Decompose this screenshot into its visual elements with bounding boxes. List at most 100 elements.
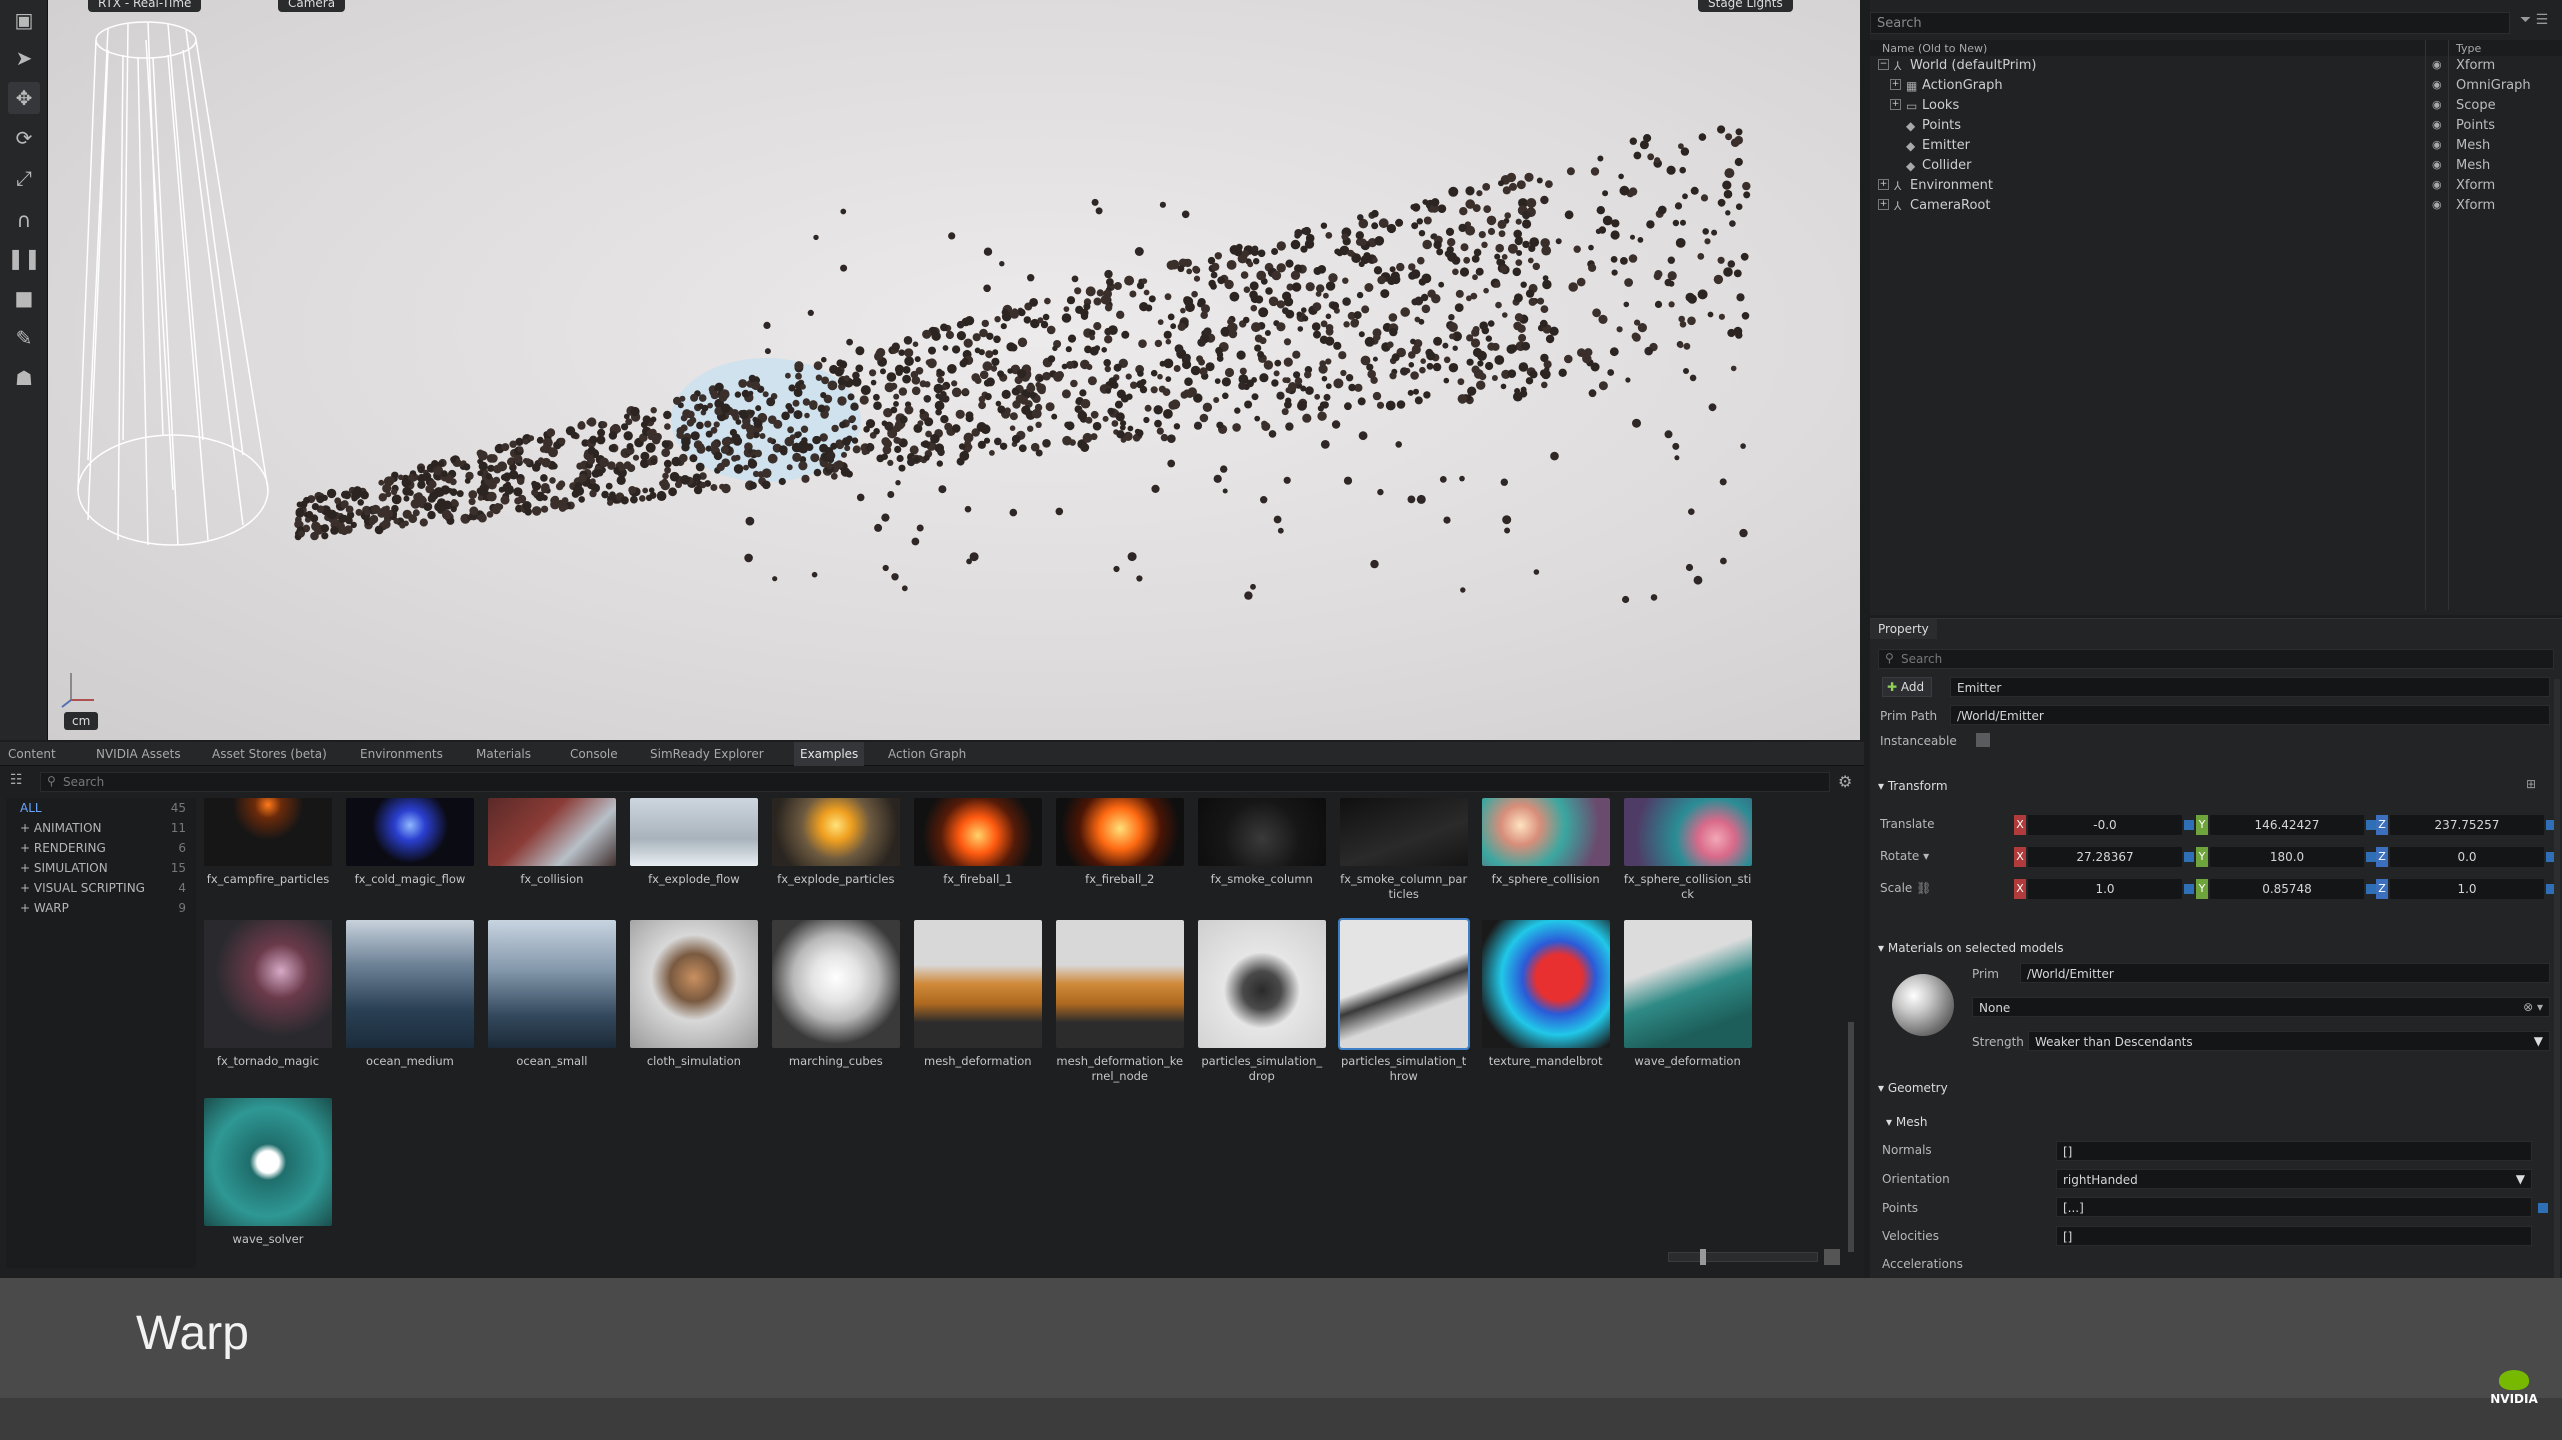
example-thumbnail[interactable]: wave_solver bbox=[204, 1098, 332, 1247]
clear-icon[interactable]: ⊗ ▾ bbox=[2523, 1000, 2543, 1014]
example-thumbnail[interactable]: particles_simulation_throw bbox=[1337, 918, 1470, 1084]
example-thumbnail[interactable]: ocean_small bbox=[487, 920, 616, 1069]
stage-search-input[interactable]: Search bbox=[1870, 12, 2510, 34]
example-thumbnail[interactable]: mesh_deformation_kernel_node bbox=[1055, 920, 1184, 1084]
example-thumbnail[interactable]: fx_cold_magic_flow bbox=[345, 798, 474, 887]
instanceable-checkbox[interactable] bbox=[1976, 733, 1990, 747]
stage-row[interactable]: ◆ Points ◉ Points bbox=[1870, 116, 2562, 136]
example-thumbnail[interactable]: fx_smoke_column_particles bbox=[1339, 798, 1468, 902]
material-select[interactable]: None ⊗ ▾ bbox=[1972, 997, 2550, 1017]
browser-scrollbar[interactable] bbox=[1848, 1022, 1854, 1252]
scale-y-field[interactable]: 0.85748 bbox=[2210, 879, 2364, 899]
tab-simready-explorer[interactable]: SimReady Explorer bbox=[650, 742, 764, 766]
visibility-eye-icon[interactable]: ◉ bbox=[2432, 98, 2442, 111]
example-thumbnail[interactable]: fx_fireball_1 bbox=[913, 798, 1042, 887]
translate-y-field[interactable]: 146.42427 bbox=[2210, 815, 2364, 835]
stage-row[interactable]: + ⅄ CameraRoot ◉ Xform bbox=[1870, 196, 2562, 216]
stage-row[interactable]: − ⅄ World (defaultPrim) ◉ Xform bbox=[1870, 56, 2562, 76]
transform-section-header[interactable]: ▾ Transform bbox=[1878, 779, 1948, 793]
orientation-select[interactable]: rightHanded ▼ bbox=[2056, 1169, 2532, 1189]
category-item[interactable]: + RENDERING 6 bbox=[6, 838, 196, 858]
expand-icon[interactable]: + bbox=[1890, 79, 1901, 90]
pause-icon[interactable]: ❚❚ bbox=[7, 242, 41, 274]
visibility-eye-icon[interactable]: ◉ bbox=[2432, 78, 2442, 91]
stage-row[interactable]: + ▭ Looks ◉ Scope bbox=[1870, 96, 2562, 116]
snap-tool-icon[interactable]: ∩ bbox=[8, 204, 40, 236]
tab-nvidia-assets[interactable]: NVIDIA Assets bbox=[96, 742, 181, 766]
rotate-z-field[interactable]: 0.0 bbox=[2390, 847, 2544, 867]
tab-asset-stores-beta[interactable]: Asset Stores (beta) bbox=[212, 742, 327, 766]
translate-z-field[interactable]: 237.75257 bbox=[2390, 815, 2544, 835]
tab-property[interactable]: Property bbox=[1870, 619, 1937, 639]
example-thumbnail[interactable]: cloth_simulation bbox=[629, 920, 758, 1069]
scale-x-field[interactable]: 1.0 bbox=[2028, 879, 2182, 899]
visibility-eye-icon[interactable]: ◉ bbox=[2432, 118, 2442, 131]
example-thumbnail[interactable]: fx_explode_flow bbox=[629, 798, 758, 887]
example-thumbnail[interactable]: marching_cubes bbox=[771, 920, 900, 1069]
stage-row[interactable]: ◆ Collider ◉ Mesh bbox=[1870, 156, 2562, 176]
rotate-x-field[interactable]: 27.28367 bbox=[2028, 847, 2182, 867]
link-icon[interactable]: ⛓ bbox=[1916, 881, 1931, 895]
tab-console[interactable]: Console bbox=[570, 742, 618, 766]
tab-content[interactable]: Content bbox=[8, 742, 56, 766]
physics-tool-icon[interactable]: ☗ bbox=[8, 362, 40, 394]
visibility-eye-icon[interactable]: ◉ bbox=[2432, 198, 2442, 211]
tab-action-graph[interactable]: Action Graph bbox=[888, 742, 966, 766]
scale-z-field[interactable]: 1.0 bbox=[2390, 879, 2544, 899]
geometry-section-header[interactable]: ▾ Geometry bbox=[1878, 1081, 1948, 1095]
category-item[interactable]: + VISUAL SCRIPTING 4 bbox=[6, 878, 196, 898]
visibility-eye-icon[interactable]: ◉ bbox=[2432, 158, 2442, 171]
translate-x-field[interactable]: -0.0 bbox=[2028, 815, 2182, 835]
example-thumbnail[interactable]: fx_sphere_collision bbox=[1481, 798, 1610, 887]
mesh-section-header[interactable]: ▾ Mesh bbox=[1886, 1115, 1927, 1129]
stage-row[interactable]: ◆ Emitter ◉ Mesh bbox=[1870, 136, 2562, 156]
collapse-icon[interactable]: − bbox=[1878, 59, 1889, 70]
stage-col-name[interactable]: Name (Old to New) bbox=[1882, 42, 1987, 55]
expand-icon[interactable]: + bbox=[1878, 199, 1889, 210]
stage-row[interactable]: + ⅄ Environment ◉ Xform bbox=[1870, 176, 2562, 196]
tab-materials[interactable]: Materials bbox=[476, 742, 531, 766]
layout-icon[interactable]: ▣ bbox=[8, 4, 40, 36]
example-thumbnail[interactable]: ocean_medium bbox=[345, 920, 474, 1069]
example-thumbnail[interactable]: mesh_deformation bbox=[913, 920, 1042, 1069]
transform-options-icon[interactable]: ⊞ bbox=[2526, 777, 2536, 791]
add-button[interactable]: ✚ Add bbox=[1882, 677, 1932, 697]
visibility-eye-icon[interactable]: ◉ bbox=[2432, 58, 2442, 71]
example-thumbnail[interactable]: fx_sphere_collision_stick bbox=[1623, 798, 1752, 902]
select-tool-icon[interactable]: ➤ bbox=[8, 42, 40, 74]
tab-environments[interactable]: Environments bbox=[360, 742, 443, 766]
rotate-label[interactable]: Rotate ▾ bbox=[1880, 849, 1929, 863]
stage-row[interactable]: + ▦ ActionGraph ◉ OmniGraph bbox=[1870, 76, 2562, 96]
example-thumbnail[interactable]: fx_tornado_magic bbox=[204, 920, 332, 1069]
browser-search-input[interactable]: ⚲ Search bbox=[40, 772, 1830, 792]
example-thumbnail[interactable]: fx_collision bbox=[487, 798, 616, 887]
points-field[interactable]: [...] bbox=[2056, 1197, 2532, 1217]
example-thumbnail[interactable]: particles_simulation_drop bbox=[1197, 920, 1326, 1084]
tab-examples[interactable]: Examples bbox=[794, 742, 865, 766]
scale-tool-icon[interactable]: ⤢ bbox=[8, 162, 40, 194]
category-item[interactable]: + SIMULATION 15 bbox=[6, 858, 196, 878]
example-thumbnail[interactable]: fx_fireball_2 bbox=[1055, 798, 1184, 887]
strength-select[interactable]: Weaker than Descendants ▼ bbox=[2028, 1031, 2550, 1051]
move-tool-icon[interactable]: ✥ bbox=[8, 82, 40, 114]
example-thumbnail[interactable]: texture_mandelbrot bbox=[1481, 920, 1610, 1069]
stop-icon[interactable]: ■ bbox=[8, 282, 40, 314]
velocities-field[interactable]: [] bbox=[2056, 1226, 2532, 1246]
category-item[interactable]: ALL 45 bbox=[6, 798, 196, 818]
normals-field[interactable]: [] bbox=[2056, 1141, 2532, 1161]
prim-name-field[interactable]: Emitter bbox=[1950, 677, 2550, 697]
visibility-eye-icon[interactable]: ◉ bbox=[2432, 138, 2442, 151]
category-item[interactable]: + WARP 9 bbox=[6, 898, 196, 918]
property-search-input[interactable]: ⚲ Search bbox=[1878, 649, 2554, 669]
example-thumbnail[interactable]: fx_campfire_particles bbox=[204, 798, 332, 887]
example-thumbnail[interactable]: fx_explode_particles bbox=[771, 798, 900, 887]
thumbnail-size-slider[interactable] bbox=[1668, 1252, 1818, 1262]
expand-icon[interactable]: + bbox=[1878, 179, 1889, 190]
rotate-tool-icon[interactable]: ⟳ bbox=[8, 122, 40, 154]
example-thumbnail[interactable]: wave_deformation bbox=[1623, 920, 1752, 1069]
tree-toggle-icon[interactable]: ☷ bbox=[10, 772, 23, 788]
prim-path-field[interactable]: /World/Emitter bbox=[1950, 705, 2550, 725]
mat-prim-field[interactable]: /World/Emitter bbox=[2020, 963, 2550, 983]
slider-handle[interactable] bbox=[1700, 1249, 1706, 1265]
gear-icon[interactable]: ⚙ bbox=[1838, 772, 1852, 791]
